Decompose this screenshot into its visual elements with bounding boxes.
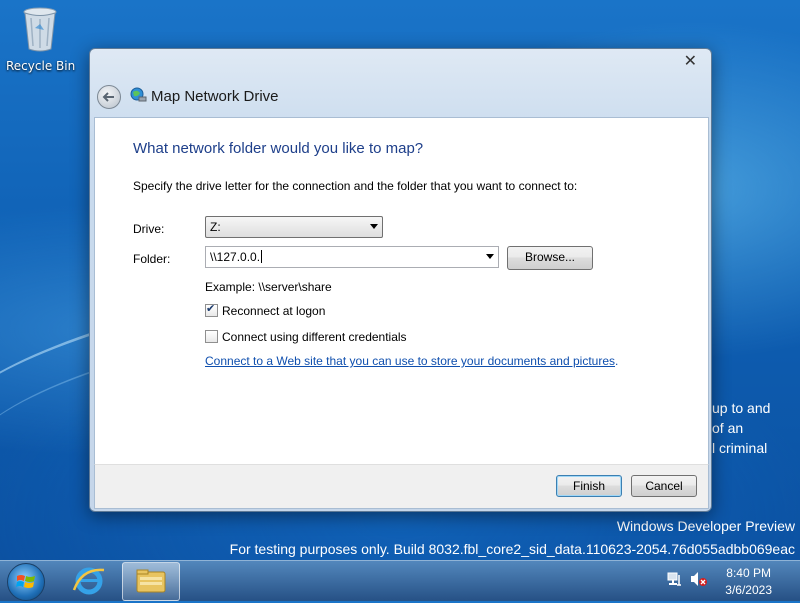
background-window-text: up to and of an l criminal bbox=[712, 398, 770, 458]
dialog-description: Specify the drive letter for the connect… bbox=[133, 179, 578, 193]
finish-button[interactable]: Finish bbox=[556, 475, 622, 497]
folder-input[interactable]: \\127.0.0. bbox=[205, 246, 499, 268]
start-button[interactable] bbox=[7, 563, 45, 601]
dialog-content: What network folder would you like to ma… bbox=[94, 117, 709, 464]
folder-example-text: Example: \\server\share bbox=[205, 280, 332, 294]
reconnect-at-logon-checkbox[interactable]: Reconnect at logon bbox=[205, 302, 326, 318]
volume-muted-icon[interactable] bbox=[690, 571, 708, 587]
internet-explorer-icon bbox=[72, 567, 105, 595]
recycle-bin-desktop-icon[interactable]: Recycle Bin bbox=[6, 6, 76, 73]
web-site-link[interactable]: Connect to a Web site that you can use t… bbox=[205, 354, 615, 368]
taskbar: 8:40 PM 3/6/2023 bbox=[0, 560, 800, 601]
map-network-drive-dialog: ✕ Map Network Drive What network folder … bbox=[89, 48, 712, 512]
checkbox-unchecked-icon[interactable] bbox=[205, 330, 218, 343]
close-icon[interactable]: ✕ bbox=[684, 51, 697, 70]
network-drive-icon bbox=[130, 87, 147, 102]
build-watermark-details: For testing purposes only. Build 8032.fb… bbox=[229, 541, 795, 557]
recycle-bin-icon bbox=[23, 7, 57, 52]
chevron-down-icon[interactable] bbox=[486, 254, 494, 259]
back-button[interactable] bbox=[97, 85, 121, 109]
network-tray-icon[interactable] bbox=[667, 571, 683, 587]
reconnect-label: Reconnect at logon bbox=[222, 304, 326, 318]
checkbox-checked-icon[interactable] bbox=[205, 302, 218, 317]
drive-value: Z: bbox=[210, 220, 221, 234]
different-credentials-checkbox[interactable]: Connect using different credentials bbox=[205, 330, 407, 344]
drive-select[interactable]: Z: bbox=[205, 216, 383, 238]
background-text-line: up to and bbox=[712, 400, 771, 416]
internet-explorer-taskbar-button[interactable] bbox=[68, 564, 110, 598]
windows-explorer-taskbar-button[interactable] bbox=[122, 562, 180, 601]
web-site-link-row: Connect to a Web site that you can use t… bbox=[205, 354, 618, 368]
cancel-button[interactable]: Cancel bbox=[631, 475, 697, 497]
clock-time: 8:40 PM bbox=[726, 566, 771, 580]
text-caret bbox=[261, 250, 263, 263]
folder-label: Folder: bbox=[133, 252, 171, 266]
clock-date: 3/6/2023 bbox=[725, 583, 772, 597]
chevron-down-icon bbox=[370, 224, 378, 229]
folder-value: \\127.0.0. bbox=[210, 250, 261, 264]
back-arrow-icon bbox=[102, 92, 114, 102]
dialog-heading: What network folder would you like to ma… bbox=[133, 140, 424, 157]
drive-label: Drive: bbox=[133, 222, 165, 236]
dialog-footer: Finish Cancel bbox=[94, 464, 709, 509]
clock[interactable]: 8:40 PM 3/6/2023 bbox=[725, 565, 772, 599]
browse-button[interactable]: Browse... bbox=[507, 246, 593, 270]
windows-logo-icon bbox=[16, 575, 35, 588]
build-watermark-title: Windows Developer Preview bbox=[616, 518, 795, 534]
link-suffix: . bbox=[615, 354, 619, 368]
background-text-line: l criminal bbox=[712, 440, 768, 456]
background-text-line: of an bbox=[712, 420, 744, 436]
recycle-bin-label: Recycle Bin bbox=[6, 59, 76, 73]
dialog-title: Map Network Drive bbox=[151, 88, 279, 105]
folder-icon bbox=[136, 569, 166, 593]
credentials-label: Connect using different credentials bbox=[222, 330, 407, 344]
